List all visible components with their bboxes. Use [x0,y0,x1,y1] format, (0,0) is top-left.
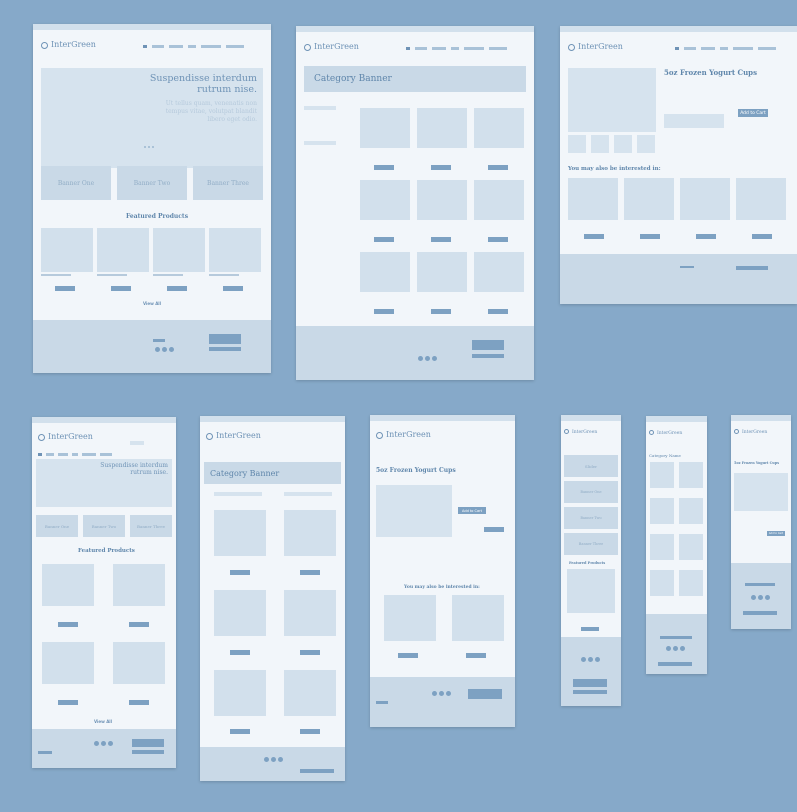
slider-dots[interactable] [144,146,154,148]
logo[interactable]: InterGreen [41,40,96,49]
add-to-cart-button[interactable] [167,286,187,291]
banner-two[interactable]: Banner Two [117,166,187,200]
product-card[interactable] [153,228,205,272]
logo[interactable]: InterGreen [38,432,93,441]
desktop-product-board: InterGreen 5oz Frozen Yogurt Cups Add to… [560,26,797,304]
footer [33,320,271,373]
add-to-cart-button[interactable] [223,286,243,291]
hero-title: Suspendisse interdum rutrum nise. [149,73,257,95]
featured-title: Featured Products [126,213,189,220]
logo[interactable]: InterGreen [304,42,359,51]
interested-title: You may also be interested in: [568,166,661,172]
logo-icon [304,43,311,51]
mobile-product-board: InterGreen 5oz Frozen Yogurt Cups Add to… [731,415,791,629]
desktop-home-board: InterGreen Suspendisse interdum rutrum n… [33,24,271,373]
category-banner: Category Banner [304,66,526,92]
tablet-category-board: InterGreen Category Banner [200,416,345,781]
main-nav[interactable] [143,45,244,48]
banner-one[interactable]: Banner One [41,166,111,200]
logo-icon [41,41,48,49]
logo[interactable]: InterGreen [568,42,623,51]
tablet-home-board: InterGreen Suspendisse interdum rutrum n… [32,417,176,768]
hero-subtitle: Ut tellus quam, venenatis non tempus vit… [165,100,257,123]
product-image[interactable] [568,68,656,132]
mobile-home-board: InterGreen Slider Banner One Banner Two … [561,415,621,706]
add-to-cart-button[interactable] [55,286,75,291]
filter-sidebar[interactable] [304,106,336,110]
top-utility-bar [33,24,271,30]
product-title: 5oz Frozen Yogurt Cups [664,68,758,77]
product-card[interactable] [209,228,261,272]
add-to-cart-button[interactable] [111,286,131,291]
mobile-category-board: InterGreen Category Name [646,416,707,674]
view-all-link[interactable]: View All [143,301,161,306]
desktop-category-board: InterGreen Category Banner [296,26,534,380]
tablet-product-board: InterGreen 5oz Frozen Yogurt Cups Add to… [370,415,515,727]
product-card[interactable] [97,228,149,272]
hero-title: Suspendisse interdum rutrum nise. [100,462,168,476]
product-card[interactable] [41,228,93,272]
banner-three[interactable]: Banner Three [193,166,263,200]
add-to-cart-button[interactable]: Add to Cart [738,109,768,117]
